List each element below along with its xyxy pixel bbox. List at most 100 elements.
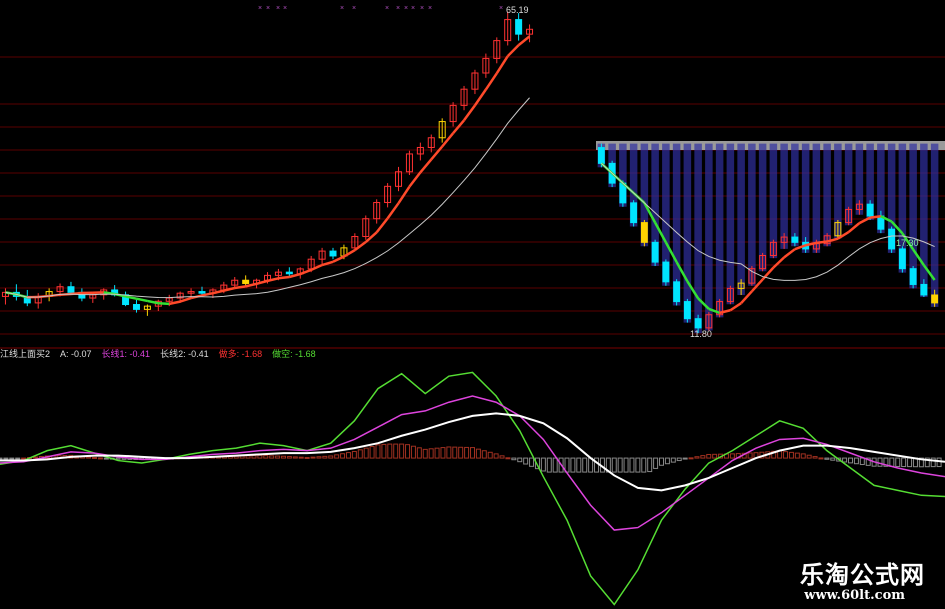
histogram-bar (812, 456, 818, 459)
histogram-bar (369, 446, 375, 459)
histogram-bar (889, 457, 895, 467)
histogram-bar (523, 457, 529, 465)
candle-body (515, 19, 523, 35)
histogram-bar (895, 457, 901, 467)
histogram-bar (688, 457, 694, 460)
histogram-bar (511, 457, 517, 461)
histogram-bar (257, 454, 263, 459)
fast-ma-segment (441, 132, 455, 148)
fast-ma-segment (234, 285, 246, 290)
histogram-bar (298, 456, 304, 459)
histogram-bar (629, 457, 635, 473)
histogram-bar (434, 447, 440, 459)
histogram-bar (9, 457, 15, 460)
histogram-bar (275, 455, 281, 459)
histogram-bar (86, 456, 92, 459)
signal-marker: × (258, 5, 262, 12)
fast-ma-segment (386, 202, 400, 220)
histogram-bar (611, 457, 617, 473)
signal-marker: × (404, 5, 408, 12)
histogram-bar (712, 453, 718, 459)
signal-marker: × (385, 5, 389, 12)
histogram-bar (794, 452, 800, 459)
histogram-bar (806, 454, 812, 459)
histogram-bar (853, 457, 859, 465)
candle-body (132, 304, 140, 310)
signal-marker: × (411, 5, 415, 12)
fast-ma-segment (375, 217, 389, 234)
histogram-bar (328, 455, 334, 459)
candle-body (909, 268, 917, 285)
histogram-bar (481, 450, 487, 459)
histogram-bar (475, 448, 481, 459)
histogram-bar (747, 452, 753, 459)
fast-ma-segment (256, 279, 268, 286)
fast-ma-segment (517, 35, 531, 47)
histogram-bar (818, 457, 824, 460)
fast-ma-segment (364, 231, 378, 243)
histogram-bar (682, 457, 688, 460)
histogram-bar (499, 455, 505, 459)
histogram-bar (281, 455, 286, 459)
histogram-bar (659, 457, 664, 466)
histogram-bar (664, 457, 670, 465)
fast-ma-segment (816, 240, 828, 245)
signal-marker: × (499, 5, 503, 12)
histogram-bar (848, 457, 853, 464)
histogram-bar (623, 457, 629, 473)
signal-marker: × (352, 5, 356, 12)
fast-ma-segment (299, 268, 312, 276)
signal-marker: × (420, 5, 424, 12)
fast-ma-segment (430, 145, 444, 161)
signal-marker: × (266, 5, 270, 12)
histogram-bar (700, 455, 706, 459)
histogram-bar (310, 456, 316, 459)
histogram-bar (729, 453, 735, 459)
histogram-bar (21, 457, 27, 460)
histogram-bar (570, 457, 576, 473)
histogram-bar (800, 453, 806, 459)
histogram-bar (351, 450, 357, 459)
fast-ma-segment (869, 215, 882, 219)
histogram-bar (464, 446, 470, 459)
legend-long2: 长线2: -0.41 (160, 349, 209, 359)
signal-marker: × (396, 5, 400, 12)
candle-body (866, 203, 874, 217)
histogram-bar (458, 446, 464, 459)
indicator-legend: 江线上面买2 A: -0.07 长线1: -0.41 长线2: -0.41 做多: -1… (0, 347, 326, 363)
histogram-bar (582, 457, 588, 473)
histogram-bar (529, 457, 535, 467)
fast-ma-segment (397, 185, 411, 204)
histogram-bar (97, 457, 103, 460)
fast-ma-segment (354, 241, 367, 252)
histogram-bar (387, 443, 393, 459)
slow-ma-line (5, 97, 530, 299)
histogram-bar (15, 457, 21, 460)
candle-body (597, 147, 605, 164)
histogram-bar (824, 457, 830, 460)
candle-body (329, 250, 337, 257)
histogram-bar (830, 457, 836, 461)
histogram-bar (316, 456, 322, 459)
histogram-bar (422, 448, 428, 459)
legend-bear: 做空: -1.68 (272, 349, 316, 359)
fast-ma-segment (245, 282, 257, 288)
fast-ma-segment (168, 300, 181, 306)
histogram-bar (292, 456, 298, 459)
candle-body (242, 279, 250, 284)
signal-marker: × (340, 5, 344, 12)
histogram-bar (251, 455, 257, 459)
legend-name: 江线上面买2 (0, 349, 51, 359)
histogram-bar (357, 449, 363, 459)
histogram-bar (470, 447, 475, 459)
fast-ma-segment (783, 248, 796, 259)
histogram-bar (783, 451, 789, 459)
histogram-bar (641, 457, 647, 473)
fast-ma-segment (212, 289, 225, 295)
candle-body (694, 318, 702, 329)
candle-body (651, 241, 659, 263)
candle-body (285, 271, 293, 275)
histogram-bar (115, 457, 121, 460)
histogram-bar (103, 457, 109, 460)
histogram-bar (907, 457, 913, 468)
